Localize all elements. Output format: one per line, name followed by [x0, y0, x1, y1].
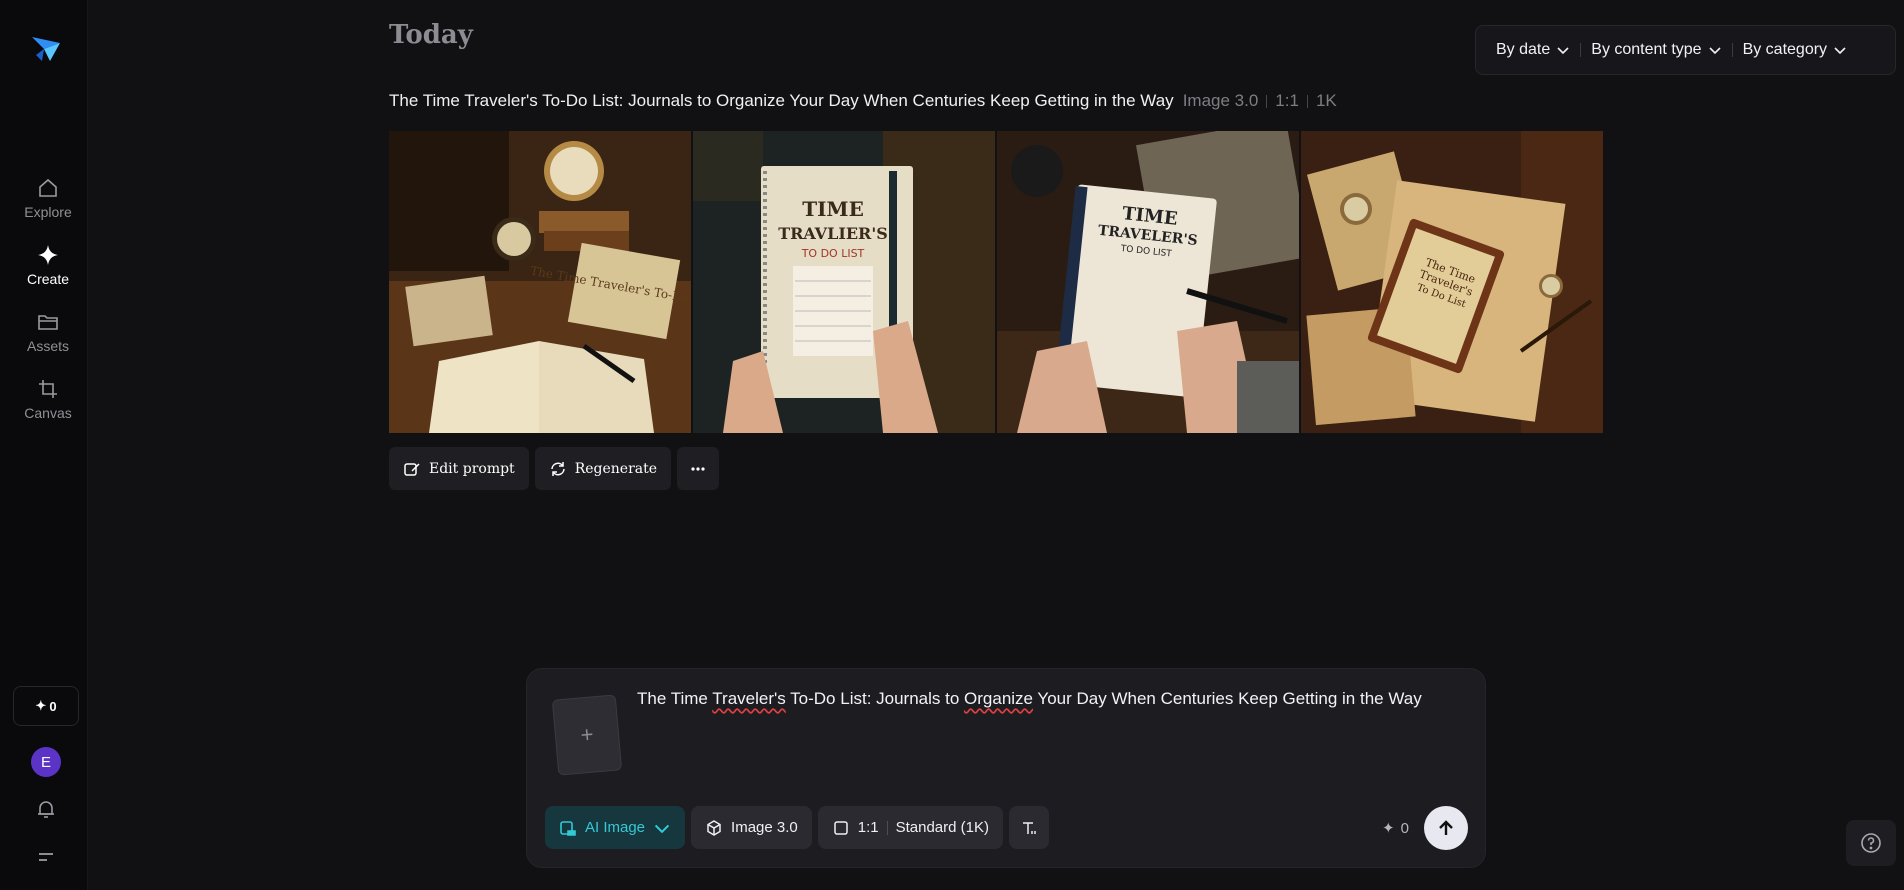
mode-label: AI Image	[585, 819, 646, 836]
filter-by-date[interactable]: By date	[1486, 41, 1580, 59]
crop-icon	[39, 380, 57, 398]
model-label: Image 3.0	[731, 819, 798, 836]
chevron-down-icon	[1834, 47, 1846, 55]
cost-value: 0	[1400, 819, 1409, 837]
arrow-up-icon	[1439, 820, 1453, 835]
sparkle-icon	[38, 245, 58, 265]
journal-title-line1: TIME	[802, 197, 864, 221]
quality-label: Standard (1K)	[895, 819, 989, 836]
filter-label: By category	[1742, 41, 1828, 58]
bell-icon[interactable]	[34, 797, 58, 821]
edit-prompt-label: Edit prompt	[429, 460, 515, 477]
more-icon	[691, 466, 705, 471]
text-style-button[interactable]	[1009, 806, 1049, 849]
home-icon	[39, 178, 57, 197]
generation-prompt: The Time Traveler's To-Do List: Journals…	[389, 91, 1174, 110]
generation-title: The Time Traveler's To-Do List: Journals…	[389, 91, 1337, 111]
journal-subtitle: TO DO LIST	[801, 247, 865, 260]
prompt-input[interactable]: The Time Traveler's To-Do List: Journals…	[637, 687, 1457, 711]
divider	[1266, 94, 1268, 108]
regenerate-label: Regenerate	[574, 460, 658, 477]
filter-label: By content type	[1591, 41, 1702, 58]
generated-image-4[interactable]: The Time Traveler's To Do List	[1301, 131, 1603, 433]
edit-prompt-button[interactable]: Edit prompt	[389, 447, 529, 490]
sidebar: Explore Create Assets Canvas ✦ 0 E	[0, 0, 88, 890]
divider	[1306, 94, 1308, 108]
prompt-text-part: Your Day When Centuries Keep Getting in …	[1033, 689, 1422, 708]
composer-toolbar: AI Image Image 3.0 1:1 Standard (1K)	[545, 806, 1049, 849]
question-icon	[1861, 833, 1881, 853]
edit-icon	[404, 462, 420, 476]
aspect-quality-selector[interactable]: 1:1 Standard (1K)	[817, 806, 1003, 849]
nav-create-label: Create	[26, 271, 70, 287]
prompt-text-part: To-Do List: Journals to	[785, 689, 965, 708]
logo-icon[interactable]	[30, 33, 62, 65]
more-options-button[interactable]	[677, 447, 720, 490]
credits-count: 0	[49, 698, 57, 714]
credits-badge[interactable]: ✦ 0	[13, 686, 79, 726]
divider	[886, 820, 888, 835]
prompt-text-part: Traveler's	[712, 689, 786, 708]
add-reference-image-button[interactable]: +	[551, 694, 623, 776]
generation-cost: ✦ 0	[1382, 819, 1409, 838]
refresh-icon	[550, 461, 565, 476]
regenerate-button[interactable]: Regenerate	[534, 447, 672, 490]
nav-assets-label: Assets	[26, 338, 69, 354]
prompt-text-part: Organize	[964, 689, 1034, 708]
nav-canvas-label: Canvas	[24, 405, 72, 421]
mode-selector[interactable]: AI Image	[545, 806, 686, 849]
chevron-down-icon	[654, 824, 670, 833]
ratio-label: 1:1	[857, 819, 879, 836]
ai-image-icon	[560, 820, 576, 836]
generation-ratio: 1:1	[1275, 91, 1299, 110]
cube-icon	[707, 819, 721, 836]
filter-by-category[interactable]: By category	[1733, 41, 1857, 59]
nav-create[interactable]: Create	[0, 243, 96, 287]
generated-image-1[interactable]: The Time Traveler's To-Do List	[389, 131, 691, 433]
chevron-down-icon	[1708, 47, 1721, 55]
send-button[interactable]	[1424, 806, 1468, 850]
filter-bar: By date By content type By category	[1475, 25, 1896, 75]
menu-icon[interactable]	[34, 845, 58, 869]
text-format-icon	[1023, 821, 1036, 834]
journal-title-line2: TRAVLIER'S	[778, 224, 888, 243]
help-button[interactable]	[1846, 820, 1896, 866]
generated-image-2[interactable]: TIME TRAVLIER'S TO DO LIST	[693, 131, 995, 433]
avatar[interactable]: E	[31, 747, 61, 777]
prompt-text-part: The Time	[637, 689, 713, 708]
filter-by-content-type[interactable]: By content type	[1581, 41, 1731, 59]
generation-resolution: 1K	[1315, 91, 1337, 110]
generation-model: Image 3.0	[1182, 91, 1259, 110]
nav-explore[interactable]: Explore	[0, 176, 96, 220]
generated-image-3[interactable]: TIME TRAVELER'S TO DO LIST	[997, 131, 1299, 433]
page-title: Today	[389, 20, 473, 50]
nav-explore-label: Explore	[24, 204, 72, 220]
sparkle-icon: ✦	[1382, 820, 1395, 837]
chevron-down-icon	[1557, 47, 1569, 55]
generation-actions: Edit prompt Regenerate	[389, 447, 720, 490]
folder-icon	[38, 315, 58, 330]
image-grid: The Time Traveler's To-Do List TIME TRAV…	[389, 131, 1603, 433]
nav-canvas[interactable]: Canvas	[0, 377, 96, 421]
filter-label: By date	[1496, 41, 1551, 58]
model-selector[interactable]: Image 3.0	[691, 806, 812, 849]
sparkle-icon: ✦	[35, 698, 47, 713]
plus-icon: +	[579, 721, 595, 748]
prompt-composer: + The Time Traveler's To-Do List: Journa…	[526, 668, 1486, 868]
nav-assets[interactable]: Assets	[0, 310, 96, 354]
square-icon	[834, 820, 848, 835]
